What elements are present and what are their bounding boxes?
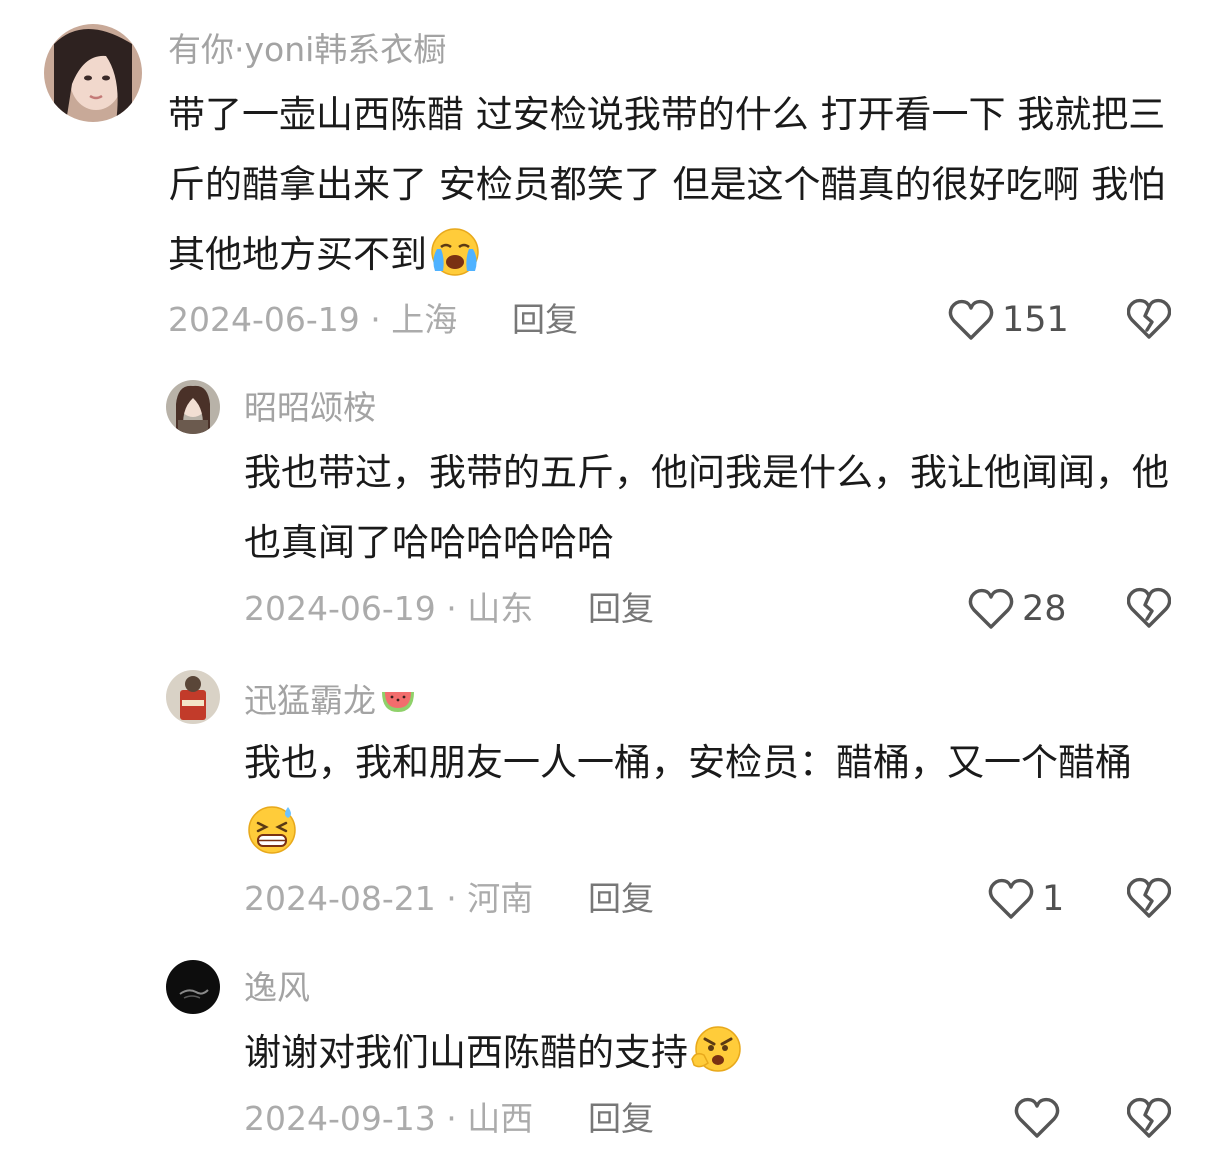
like-count: 151 [1002,300,1069,340]
dislike-button[interactable] [1127,877,1171,919]
username[interactable]: 迅猛霸龙 [244,678,418,721]
dislike-button[interactable] [1127,1097,1171,1139]
meta-separator: · [359,300,392,339]
comment-meta: 2024-09-13 · 山西 [244,1099,533,1139]
heart-outline-icon [968,588,1014,629]
broken-heart-icon [1127,587,1171,628]
watermelon-emoji [382,692,414,712]
comment-location: 上海 [391,300,458,339]
angry-pointing-emoji [691,1026,741,1072]
like-button[interactable]: 1 [988,877,1064,921]
comment-location: 河南 [467,879,534,918]
avatar[interactable] [44,24,142,122]
comment-location: 山东 [467,589,534,628]
reply-button[interactable]: 回复 [588,589,654,629]
broken-heart-icon [1127,1097,1171,1138]
meta-separator: · [435,1099,468,1138]
like-button[interactable] [1014,1097,1068,1139]
like-count: 1 [1042,879,1065,919]
avatar[interactable] [166,960,220,1014]
comment-text: 带了一壶山西陈醋 过安检说我带的什么 打开看一下 我就把三斤的醋拿出来了 安检员… [168,80,1183,290]
dislike-button[interactable] [1127,587,1171,629]
like-count: 28 [1022,589,1067,629]
heart-outline-icon [948,299,994,340]
meta-separator: · [435,879,468,918]
username[interactable]: 昭昭颂桉 [244,388,376,428]
username[interactable]: 有你·yoni韩系衣橱 [168,30,446,70]
grinning-sweat-emoji [248,806,296,854]
comment-text-body: 谢谢对我们山西陈醋的支持 [244,1031,688,1074]
comment-date: 2024-06-19 [244,589,436,628]
comment-text-body: 带了一壶山西陈醋 过安检说我带的什么 打开看一下 我就把三斤的醋拿出来了 安检员… [168,93,1166,276]
broken-heart-icon [1127,298,1171,339]
crying-face-emoji [431,228,479,276]
comment-meta: 2024-06-19 · 上海 [168,300,457,340]
reply-button[interactable]: 回复 [588,879,654,919]
avatar[interactable] [166,380,220,434]
comment-text: 我也带过，我带的五斤，他问我是什么，我让他闻闻，他也真闻了哈哈哈哈哈哈 [244,438,1174,578]
heart-outline-icon [988,878,1034,919]
username[interactable]: 逸风 [244,968,310,1008]
comment-meta: 2024-08-21 · 河南 [244,879,533,919]
avatar[interactable] [166,670,220,724]
like-button[interactable]: 28 [968,587,1067,631]
username-text: 迅猛霸龙 [244,681,376,720]
comment-date: 2024-06-19 [168,300,360,339]
comment-date: 2024-09-13 [244,1099,436,1138]
comment-text: 我也，我和朋友一人一桶，安检员：醋桶，又一个醋桶 [244,728,1174,868]
broken-heart-icon [1127,877,1171,918]
comment-meta: 2024-06-19 · 山东 [244,589,533,629]
like-button[interactable]: 151 [948,298,1069,342]
meta-separator: · [435,589,468,628]
reply-button[interactable]: 回复 [588,1099,654,1139]
comment-date: 2024-08-21 [244,879,436,918]
heart-outline-icon [1014,1097,1060,1138]
comment-text-body: 我也带过，我带的五斤，他问我是什么，我让他闻闻，他也真闻了哈哈哈哈哈哈 [244,451,1169,564]
comment-text-body: 我也，我和朋友一人一桶，安检员：醋桶，又一个醋桶 [244,741,1132,784]
reply-button[interactable]: 回复 [512,300,578,340]
comment-location: 山西 [467,1099,534,1138]
comment-text: 谢谢对我们山西陈醋的支持 [244,1018,1174,1088]
dislike-button[interactable] [1127,298,1171,340]
